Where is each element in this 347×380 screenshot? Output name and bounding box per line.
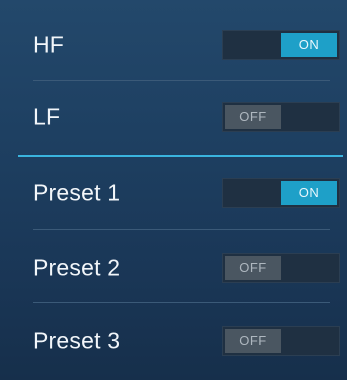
settings-row-preset-3: Preset 3 OFF bbox=[0, 311, 347, 371]
preset-2-toggle[interactable]: OFF bbox=[222, 253, 340, 283]
lf-toggle[interactable]: OFF bbox=[222, 102, 340, 132]
setting-label: Preset 3 bbox=[33, 327, 121, 354]
section-divider bbox=[18, 155, 343, 157]
settings-row-hf: HF ON bbox=[0, 15, 347, 75]
toggle-thumb: OFF bbox=[225, 105, 281, 129]
setting-label: Preset 2 bbox=[33, 254, 121, 281]
settings-row-preset-1: Preset 1 ON bbox=[0, 163, 347, 223]
row-divider bbox=[33, 80, 330, 81]
settings-row-preset-2: Preset 2 OFF bbox=[0, 238, 347, 298]
row-divider bbox=[33, 229, 330, 230]
toggle-thumb: ON bbox=[281, 33, 337, 57]
preset-1-toggle[interactable]: ON bbox=[222, 178, 340, 208]
toggle-thumb: OFF bbox=[225, 329, 281, 353]
toggle-thumb: OFF bbox=[225, 256, 281, 280]
setting-label: LF bbox=[33, 103, 61, 130]
setting-label: Preset 1 bbox=[33, 179, 121, 206]
preset-3-toggle[interactable]: OFF bbox=[222, 326, 340, 356]
settings-row-lf: LF OFF bbox=[0, 87, 347, 147]
hf-toggle[interactable]: ON bbox=[222, 30, 340, 60]
toggle-thumb: ON bbox=[281, 181, 337, 205]
setting-label: HF bbox=[33, 31, 65, 58]
settings-panel: HF ON LF OFF Preset 1 ON Preset 2 OFF Pr… bbox=[0, 0, 347, 380]
row-divider bbox=[33, 302, 330, 303]
